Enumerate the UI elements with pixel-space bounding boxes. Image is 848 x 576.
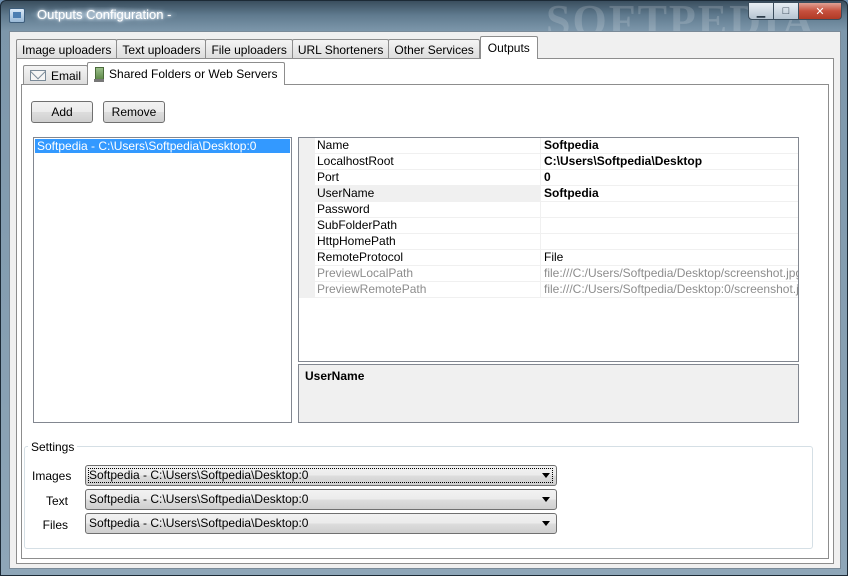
title-bar[interactable]: Outputs Configuration - SOFTPEDIA ▁ □ ✕ (1, 0, 847, 45)
property-value: file:///C:/Users/Softpedia/Desktop:0/scr… (540, 282, 798, 298)
remove-button[interactable]: Remove (103, 101, 165, 123)
maximize-button[interactable]: □ (774, 2, 799, 20)
add-button[interactable]: Add (31, 101, 93, 123)
shared-folders-panel: Add Remove Softpedia - C:\Users\Softpedi… (21, 84, 829, 559)
files-label: Files (42, 518, 68, 532)
property-name: RemoteProtocol (315, 250, 540, 266)
property-name: UserName (315, 186, 540, 202)
client-area: Image uploaders Text uploaders File uplo… (9, 31, 841, 569)
tab-shared-folders-label: Shared Folders or Web Servers (109, 67, 278, 81)
property-row-localhostroot[interactable]: LocalhostRoot C:\Users\Softpedia\Desktop (299, 154, 798, 170)
property-name: PreviewLocalPath (315, 266, 540, 282)
property-name: LocalhostRoot (315, 154, 540, 170)
chevron-down-icon (542, 521, 550, 526)
property-value[interactable]: C:\Users\Softpedia\Desktop (540, 154, 798, 170)
chevron-down-icon (542, 473, 550, 478)
tab-file-uploaders[interactable]: File uploaders (205, 39, 293, 59)
main-tabs: Image uploaders Text uploaders File uplo… (16, 36, 538, 59)
property-help-box: UserName (298, 364, 799, 423)
property-value[interactable]: Softpedia (540, 138, 798, 154)
servers-list[interactable]: Softpedia - C:\Users\Softpedia\Desktop:0 (33, 137, 292, 423)
selected-value: Softpedia - C:\Users\Softpedia\Desktop:0 (87, 468, 554, 483)
maximize-icon: □ (782, 5, 790, 17)
row-margin (299, 250, 315, 266)
property-row-password[interactable]: Password (299, 202, 798, 218)
app-icon (9, 8, 25, 23)
property-value[interactable] (540, 202, 798, 218)
tab-text-uploaders[interactable]: Text uploaders (116, 39, 207, 59)
row-margin (299, 138, 315, 154)
app-window: Outputs Configuration - SOFTPEDIA ▁ □ ✕ … (0, 0, 848, 576)
property-row-previewremotepath[interactable]: PreviewRemotePath file:///C:/Users/Softp… (299, 282, 798, 298)
outputs-tab-panel: Email Shared Folders or Web Servers Add … (16, 58, 834, 564)
property-value[interactable]: 0 (540, 170, 798, 186)
property-name: Port (315, 170, 540, 186)
tab-email-label: Email (51, 68, 82, 83)
help-title: UserName (305, 369, 365, 383)
row-margin (299, 282, 315, 298)
selected-value: Softpedia - C:\Users\Softpedia\Desktop:0 (89, 492, 309, 506)
list-item[interactable]: Softpedia - C:\Users\Softpedia\Desktop:0 (35, 139, 290, 153)
row-margin (299, 154, 315, 170)
tab-image-uploaders[interactable]: Image uploaders (16, 39, 118, 59)
text-output-select[interactable]: Softpedia - C:\Users\Softpedia\Desktop:0 (85, 489, 557, 510)
property-grid[interactable]: Name Softpedia LocalhostRoot C:\Users\So… (298, 137, 799, 362)
images-label: Images (32, 469, 72, 483)
property-row-previewlocalpath[interactable]: PreviewLocalPath file:///C:/Users/Softpe… (299, 266, 798, 282)
selected-value: Softpedia - C:\Users\Softpedia\Desktop:0 (89, 516, 309, 530)
minimize-icon: ▁ (756, 5, 766, 18)
tab-url-shorteners[interactable]: URL Shorteners (291, 39, 390, 59)
row-margin (299, 186, 315, 202)
property-value[interactable] (540, 218, 798, 234)
row-margin (299, 218, 315, 234)
minimize-button[interactable]: ▁ (748, 2, 774, 20)
tab-shared-folders[interactable]: Shared Folders or Web Servers (87, 62, 285, 85)
output-subtabs: Email Shared Folders or Web Servers (23, 61, 285, 85)
files-output-select[interactable]: Softpedia - C:\Users\Softpedia\Desktop:0 (85, 513, 557, 534)
server-icon (94, 66, 105, 82)
row-margin (299, 202, 315, 218)
property-row-name[interactable]: Name Softpedia (299, 138, 798, 154)
property-value[interactable]: File (540, 250, 798, 266)
tab-other-services[interactable]: Other Services (388, 39, 480, 59)
property-value[interactable] (540, 234, 798, 250)
row-margin (299, 234, 315, 250)
property-row-port[interactable]: Port 0 (299, 170, 798, 186)
property-row-httphomepath[interactable]: HttpHomePath (299, 234, 798, 250)
window-title: Outputs Configuration - (31, 7, 178, 22)
text-label: Text (45, 494, 68, 508)
close-icon: ✕ (815, 5, 825, 18)
tab-email[interactable]: Email (23, 65, 89, 85)
chevron-down-icon (542, 497, 550, 502)
property-name: SubFolderPath (315, 218, 540, 234)
close-button[interactable]: ✕ (799, 2, 842, 20)
row-margin (299, 266, 315, 282)
row-margin (299, 170, 315, 186)
images-output-select[interactable]: Softpedia - C:\Users\Softpedia\Desktop:0 (85, 465, 557, 486)
envelope-icon (30, 70, 46, 81)
property-value: file:///C:/Users/Softpedia/Desktop/scree… (540, 266, 798, 282)
property-row-subfolderpath[interactable]: SubFolderPath (299, 218, 798, 234)
settings-title: Settings (28, 440, 78, 454)
property-row-username[interactable]: UserName Softpedia (299, 186, 798, 202)
property-row-remoteprotocol[interactable]: RemoteProtocol File (299, 250, 798, 266)
property-name: HttpHomePath (315, 234, 540, 250)
property-name: PreviewRemotePath (315, 282, 540, 298)
property-name: Password (315, 202, 540, 218)
property-value[interactable]: Softpedia (540, 186, 798, 202)
property-name: Name (315, 138, 540, 154)
tab-outputs[interactable]: Outputs (479, 36, 538, 59)
